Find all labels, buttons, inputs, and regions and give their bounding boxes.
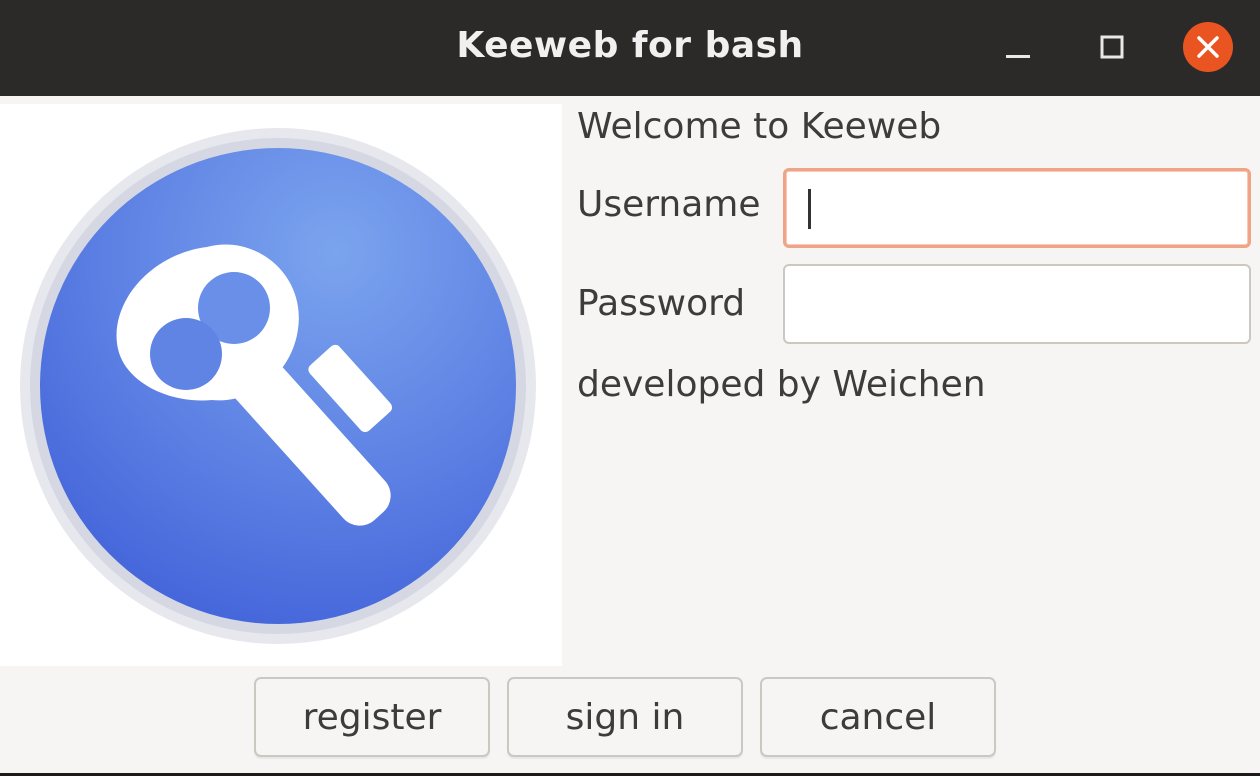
key-icon — [20, 128, 536, 644]
username-field-box[interactable] — [783, 168, 1251, 248]
sign-in-button[interactable]: sign in — [507, 677, 743, 757]
window-title: Keeweb for bash — [456, 25, 804, 66]
dialog-body: Welcome to Keeweb Username Password deve… — [0, 96, 1260, 773]
password-label: Password — [577, 283, 746, 324]
login-window: Keeweb for bash Welcome to Keeweb Userna… — [0, 0, 1260, 776]
password-input[interactable] — [785, 266, 1249, 342]
register-button[interactable]: register — [254, 677, 490, 757]
minimize-button[interactable] — [993, 22, 1043, 72]
developer-credit: developed by Weichen — [577, 364, 986, 405]
minimize-icon — [1006, 55, 1030, 58]
title-bar[interactable]: Keeweb for bash — [0, 0, 1260, 96]
username-label: Username — [577, 184, 761, 225]
cancel-button[interactable]: cancel — [760, 677, 996, 757]
keeweb-logo — [0, 104, 562, 666]
welcome-text: Welcome to Keeweb — [577, 106, 942, 147]
maximize-button[interactable] — [1087, 22, 1137, 72]
close-button[interactable] — [1183, 22, 1233, 72]
username-input[interactable] — [786, 171, 1248, 245]
text-caret — [808, 189, 811, 229]
maximize-icon — [1100, 35, 1124, 59]
password-field-box[interactable] — [783, 264, 1251, 344]
close-icon — [1197, 36, 1219, 58]
